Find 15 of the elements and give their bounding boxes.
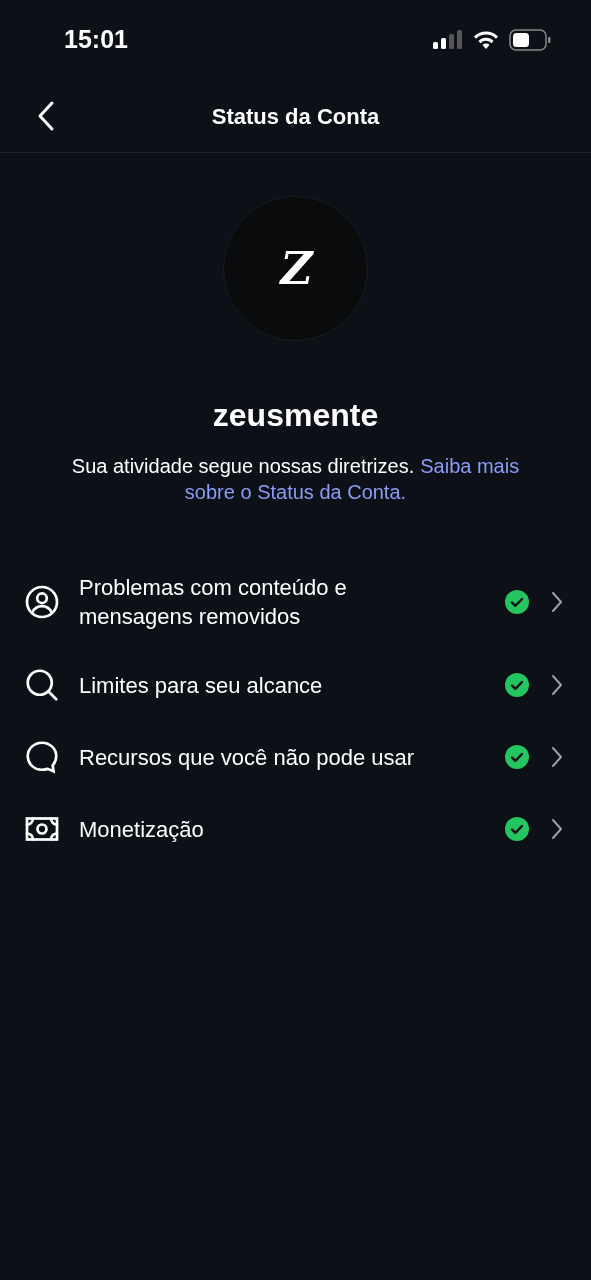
status-item[interactable]: Limites para seu alcance — [0, 649, 591, 721]
status-time: 15:01 — [64, 24, 128, 56]
status-description: Sua atividade segue nossas diretrizes. — [71, 454, 415, 479]
profile-avatar: Z — [223, 196, 368, 341]
status-item-label: Limites para seu alcance — [79, 671, 324, 700]
learn-more-link[interactable]: sobre o Status da Conta. — [184, 479, 407, 505]
status-item[interactable]: Monetização — [0, 793, 591, 865]
status-item-label: Monetização — [79, 815, 205, 844]
learn-more-link[interactable]: Saiba mais — [420, 453, 520, 479]
page-title: Status da Conta — [211, 102, 380, 131]
status-item[interactable]: Problemas com conteúdo e mensagens removidos — [0, 555, 591, 649]
status-item[interactable]: Recursos que você não pode usar — [0, 721, 591, 793]
username: zeusmente — [212, 396, 379, 435]
status-item-label: Problemas com conteúdo e mensagens removidos — [79, 574, 348, 631]
status-item-label: Recursos que você não pode usar — [79, 743, 416, 772]
